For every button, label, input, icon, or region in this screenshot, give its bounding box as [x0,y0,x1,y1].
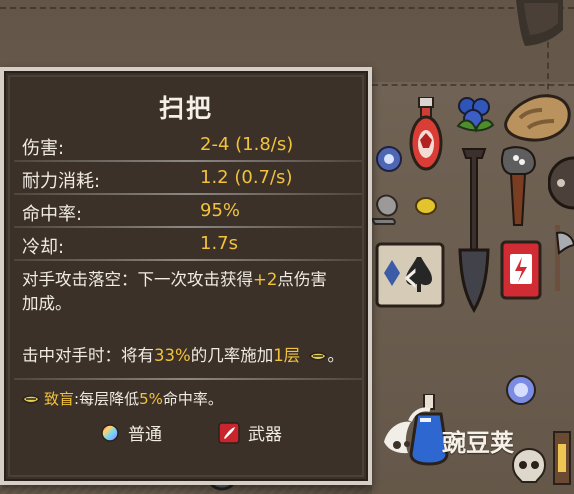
stamina-label: 耐力消耗: [22,171,101,192]
watermark-text: 豌豆荚 [442,429,514,457]
hit-effect-description: 击中对手时：将有33%的几率施加1层 。 [22,344,357,368]
blue-gem-icon[interactable] [375,145,403,173]
stat-divider [14,193,362,195]
status-text: 每层降低 [79,390,140,408]
blind-status-icon [309,352,328,361]
stamina-value: 1.2 (0.7/s) [200,167,293,188]
item-type-row: 武器 [218,420,282,445]
effect-highlight: 33% [154,346,191,365]
item-tooltip: 扫把 伤害: 2-4 (1.8/s) 耐力消耗: 1.2 (0.7/s) 命中率… [0,67,372,485]
left-arrow-icon[interactable]: ‹ [402,255,420,299]
rarity-label: 普通 [128,425,162,445]
stat-divider [14,160,362,162]
gold-coin-icon[interactable] [414,196,438,216]
axe-icon[interactable] [545,223,574,293]
weapon-slash-icon [218,421,240,444]
stitch-line [0,7,574,9]
lantern-icon[interactable] [550,428,574,494]
tooltip-title: 扫把 [158,94,213,123]
effect-text: 的几率施加 [190,346,274,365]
effect-highlight: 1层 [273,346,301,365]
blueberries-icon[interactable] [455,96,497,134]
stat-divider [14,226,362,228]
accuracy-label: 命中率: [22,204,83,225]
damage-label: 伤害: [22,138,65,159]
cooldown-value: 1.7s [200,233,239,254]
snail-icon[interactable] [372,191,400,225]
effect-text: 击中对手时：将有 [22,346,154,365]
damage-value: 2-4 (1.8/s) [200,134,294,155]
effect-description: 对手攻击落空：下一次攻击获得+2点伤害 加成。 [22,268,357,316]
status-highlight: 5% [139,390,163,408]
effect-text: 加成。 [22,294,72,313]
stitch-line [372,84,574,86]
rarity-row: 普通 [100,420,162,445]
effect-text: 。 [327,346,344,365]
status-name: 致盲 [44,390,75,408]
orb-icon[interactable] [504,373,538,407]
accuracy-value: 95% [200,200,241,221]
game-scene: ‹ 扫把 伤害: 2-4 (1.8/s) 耐力消耗: 1.2 (0.7/s) 命… [0,0,574,494]
torch-icon[interactable] [498,146,540,232]
stat-divider [14,259,362,261]
effect-highlight: +2 [253,270,278,289]
blind-status-icon [22,395,40,404]
shield-icon[interactable] [548,148,574,218]
effect-text: 对手攻击落空：下一次攻击获得 [22,270,253,289]
status-text: 命中率。 [162,390,223,408]
red-potion-icon[interactable] [407,97,445,179]
bread-icon[interactable] [502,88,572,146]
item-type-label: 武器 [248,425,282,445]
status-divider [14,378,362,380]
red-card-icon[interactable] [500,240,542,300]
shovel-icon[interactable] [455,146,493,314]
effect-text: 点伤害 [277,270,327,289]
cooldown-label: 冷却: [22,237,65,258]
status-description: 致盲:每层降低5%命中率。 [22,387,357,411]
rainbow-orb-icon [101,423,119,442]
dark-item-icon [516,0,563,46]
